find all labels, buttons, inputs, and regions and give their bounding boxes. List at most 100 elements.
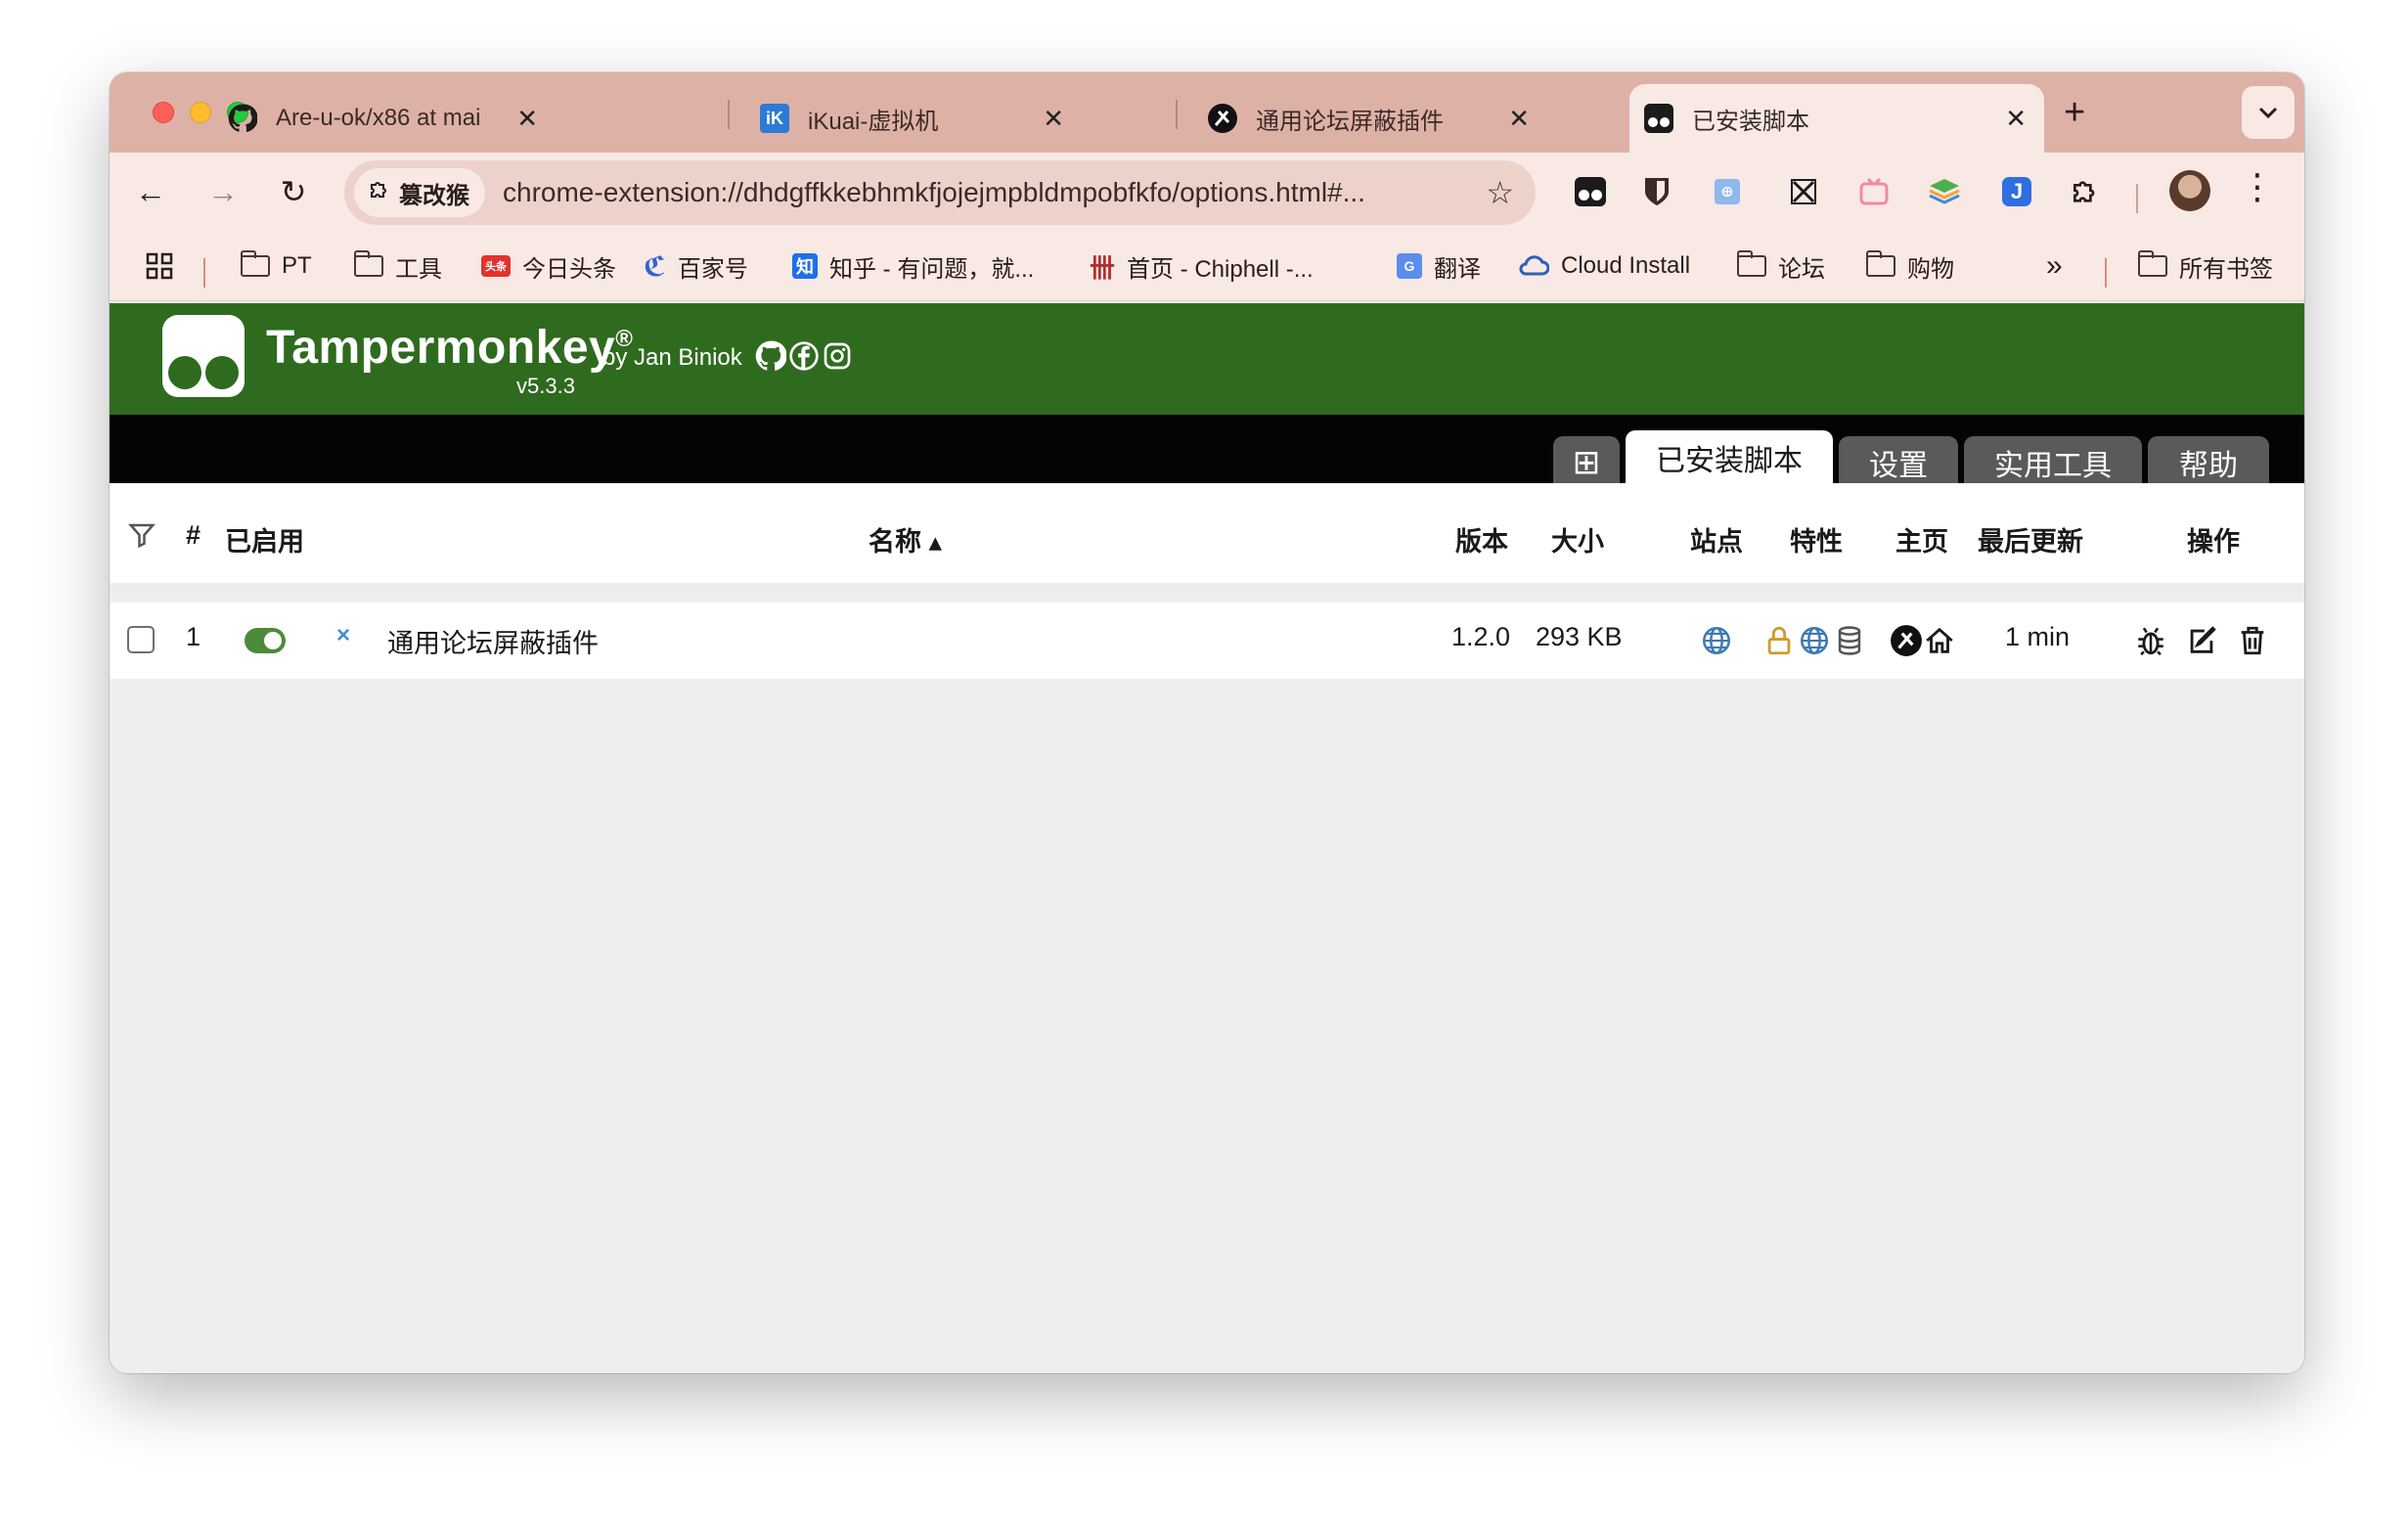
- lock-icon: [1767, 626, 1791, 655]
- column-features[interactable]: 特性: [1790, 520, 1843, 558]
- tm-title-text: Tampermonkey: [266, 322, 616, 374]
- url-text[interactable]: chrome-extension://dhdgffkkebhmkfjojejmp…: [503, 177, 1476, 208]
- tab-forum-script[interactable]: 通用论坛屏蔽插件 ✕: [1193, 84, 1530, 153]
- bookmark-cloud-install[interactable]: Cloud Install: [1518, 246, 1690, 286]
- browser-toolbar: ← → ↻ 篡改猴 chrome-extension://dhdgffkkebh…: [110, 153, 2304, 231]
- script-name[interactable]: 通用论坛屏蔽插件: [387, 622, 599, 660]
- folder-icon: [1736, 250, 1766, 277]
- tm-tab-bar: ⊞ 已安装脚本 设置 实用工具 帮助: [110, 415, 2304, 489]
- bookmark-label: 首页 - Chiphell -...: [1127, 255, 1314, 283]
- bookmark-label: 论坛: [1778, 255, 1825, 283]
- bookmark-label: 翻译: [1434, 255, 1481, 283]
- toutiao-icon: 头条: [481, 255, 511, 277]
- bookmark-chiphell[interactable]: 卌 首页 - Chiphell -...: [1090, 246, 1314, 286]
- column-version[interactable]: 版本: [1455, 520, 1508, 558]
- github-icon[interactable]: [755, 340, 786, 372]
- enabled-toggle[interactable]: [245, 628, 286, 653]
- j-extension-icon[interactable]: J: [1997, 170, 2036, 213]
- script-icon: [1207, 103, 1238, 134]
- column-actions: 操作: [2187, 527, 2240, 557]
- row-select-checkbox[interactable]: [127, 626, 155, 653]
- bookmark-star-icon[interactable]: ☆: [1486, 174, 1514, 211]
- bug-icon[interactable]: [2134, 624, 2167, 657]
- close-icon[interactable]: ✕: [1508, 104, 1530, 134]
- forward-icon[interactable]: →: [201, 170, 245, 213]
- column-homepage[interactable]: 主页: [1895, 520, 1948, 558]
- bookmark-baijiahao[interactable]: ℭ 百家号: [644, 246, 748, 286]
- empty-content-area: [110, 679, 2304, 1373]
- translate-extension-icon[interactable]: ⊕: [1708, 170, 1747, 213]
- bookmark-label: 购物: [1907, 255, 1954, 283]
- folder-icon: [2137, 250, 2167, 277]
- tab-github[interactable]: Are-u-ok/x86 at main · AUK ✕: [213, 84, 538, 153]
- bitwarden-icon[interactable]: [1637, 170, 1676, 213]
- tab-utilities[interactable]: 实用工具: [1964, 436, 2142, 489]
- ikuai-icon: iK: [759, 103, 790, 134]
- tab-installed-scripts[interactable]: 已安装脚本: [1626, 430, 1833, 485]
- close-icon[interactable]: ✕: [516, 104, 538, 134]
- trash-icon[interactable]: [2236, 624, 2269, 657]
- toolbar-separator: [2136, 184, 2138, 213]
- bookmark-label: 百家号: [677, 255, 748, 283]
- cloud-icon: [1518, 254, 1549, 278]
- script-homepage-icon[interactable]: [1890, 624, 1923, 657]
- bookmark-pt[interactable]: PT: [240, 246, 312, 286]
- folder-icon: [240, 250, 270, 277]
- extensions-puzzle-icon[interactable]: [2066, 170, 2105, 213]
- translate-icon: G: [1397, 253, 1422, 279]
- bookmark-translate[interactable]: G 翻译: [1397, 246, 1481, 286]
- script-version: 1.2.0: [1451, 622, 1511, 651]
- tab-separator: [1176, 100, 1178, 129]
- close-window-button[interactable]: [153, 102, 174, 123]
- tab-ikuai[interactable]: iK iKuai-虚拟机 ✕: [745, 84, 1064, 153]
- close-icon[interactable]: ✕: [2005, 104, 2027, 134]
- puzzle-icon: [368, 178, 391, 208]
- column-num[interactable]: #: [186, 520, 201, 551]
- tm-version: v5.3.3: [516, 374, 575, 398]
- tab-settings[interactable]: 设置: [1839, 436, 1958, 489]
- close-icon[interactable]: ✕: [1043, 104, 1064, 134]
- instagram-icon[interactable]: [822, 340, 853, 372]
- bookmark-tools[interactable]: 工具: [353, 246, 442, 286]
- layers-extension-icon[interactable]: [1925, 170, 1964, 213]
- globe-icon[interactable]: [1700, 624, 1733, 657]
- bookmark-label: 今日头条: [522, 255, 616, 283]
- bookmark-shopping[interactable]: 购物: [1865, 246, 1954, 286]
- tv-extension-icon[interactable]: [1854, 170, 1894, 213]
- filter-icon[interactable]: [127, 520, 156, 557]
- back-icon[interactable]: ←: [129, 170, 172, 213]
- column-last-updated[interactable]: 最后更新: [1978, 520, 2083, 558]
- tab-search-button[interactable]: [2242, 86, 2295, 139]
- new-tab-button[interactable]: +: [2064, 94, 2085, 131]
- edit-icon[interactable]: [2185, 624, 2218, 657]
- reload-icon[interactable]: ↻: [272, 170, 315, 213]
- column-sites[interactable]: 站点: [1690, 520, 1743, 558]
- column-name[interactable]: 名称 ▴: [869, 520, 942, 558]
- remove-x-icon[interactable]: ×: [336, 622, 350, 649]
- tab-label: 通用论坛屏蔽插件: [1256, 108, 1444, 135]
- tampermonkey-extension-icon[interactable]: [1571, 170, 1610, 213]
- profile-avatar[interactable]: [2169, 170, 2210, 211]
- facebook-icon[interactable]: [788, 340, 820, 372]
- screenshot-extension-icon[interactable]: [1784, 170, 1823, 213]
- tampermonkey-icon: [1643, 103, 1674, 134]
- home-icon[interactable]: [1923, 624, 1956, 657]
- minimize-window-button[interactable]: [190, 102, 211, 123]
- bookmarks-overflow-button[interactable]: »: [2046, 246, 2063, 286]
- bookmarks-separator: [203, 258, 205, 288]
- all-bookmarks[interactable]: 所有书签: [2137, 246, 2273, 286]
- bookmark-zhihu[interactable]: 知 知乎 - 有问题，就...: [792, 246, 1034, 286]
- github-icon: [227, 103, 258, 134]
- tab-installed-scripts[interactable]: 已安装脚本 ✕: [1629, 84, 2044, 153]
- extension-chip[interactable]: 篡改猴: [354, 168, 485, 217]
- bookmark-forum[interactable]: 论坛: [1736, 246, 1825, 286]
- more-menu-icon[interactable]: ⋮: [2240, 166, 2275, 207]
- address-bar[interactable]: 篡改猴 chrome-extension://dhdgffkkebhmkfjoj…: [344, 160, 1536, 225]
- column-enabled[interactable]: 已启用: [225, 520, 304, 558]
- apps-grid-icon[interactable]: [145, 246, 174, 286]
- bookmarks-separator: [2105, 258, 2107, 288]
- column-size[interactable]: 大小: [1551, 520, 1604, 558]
- new-script-tab[interactable]: ⊞: [1553, 436, 1620, 489]
- tab-help[interactable]: 帮助: [2148, 436, 2269, 489]
- bookmark-toutiao[interactable]: 头条 今日头条: [481, 246, 616, 286]
